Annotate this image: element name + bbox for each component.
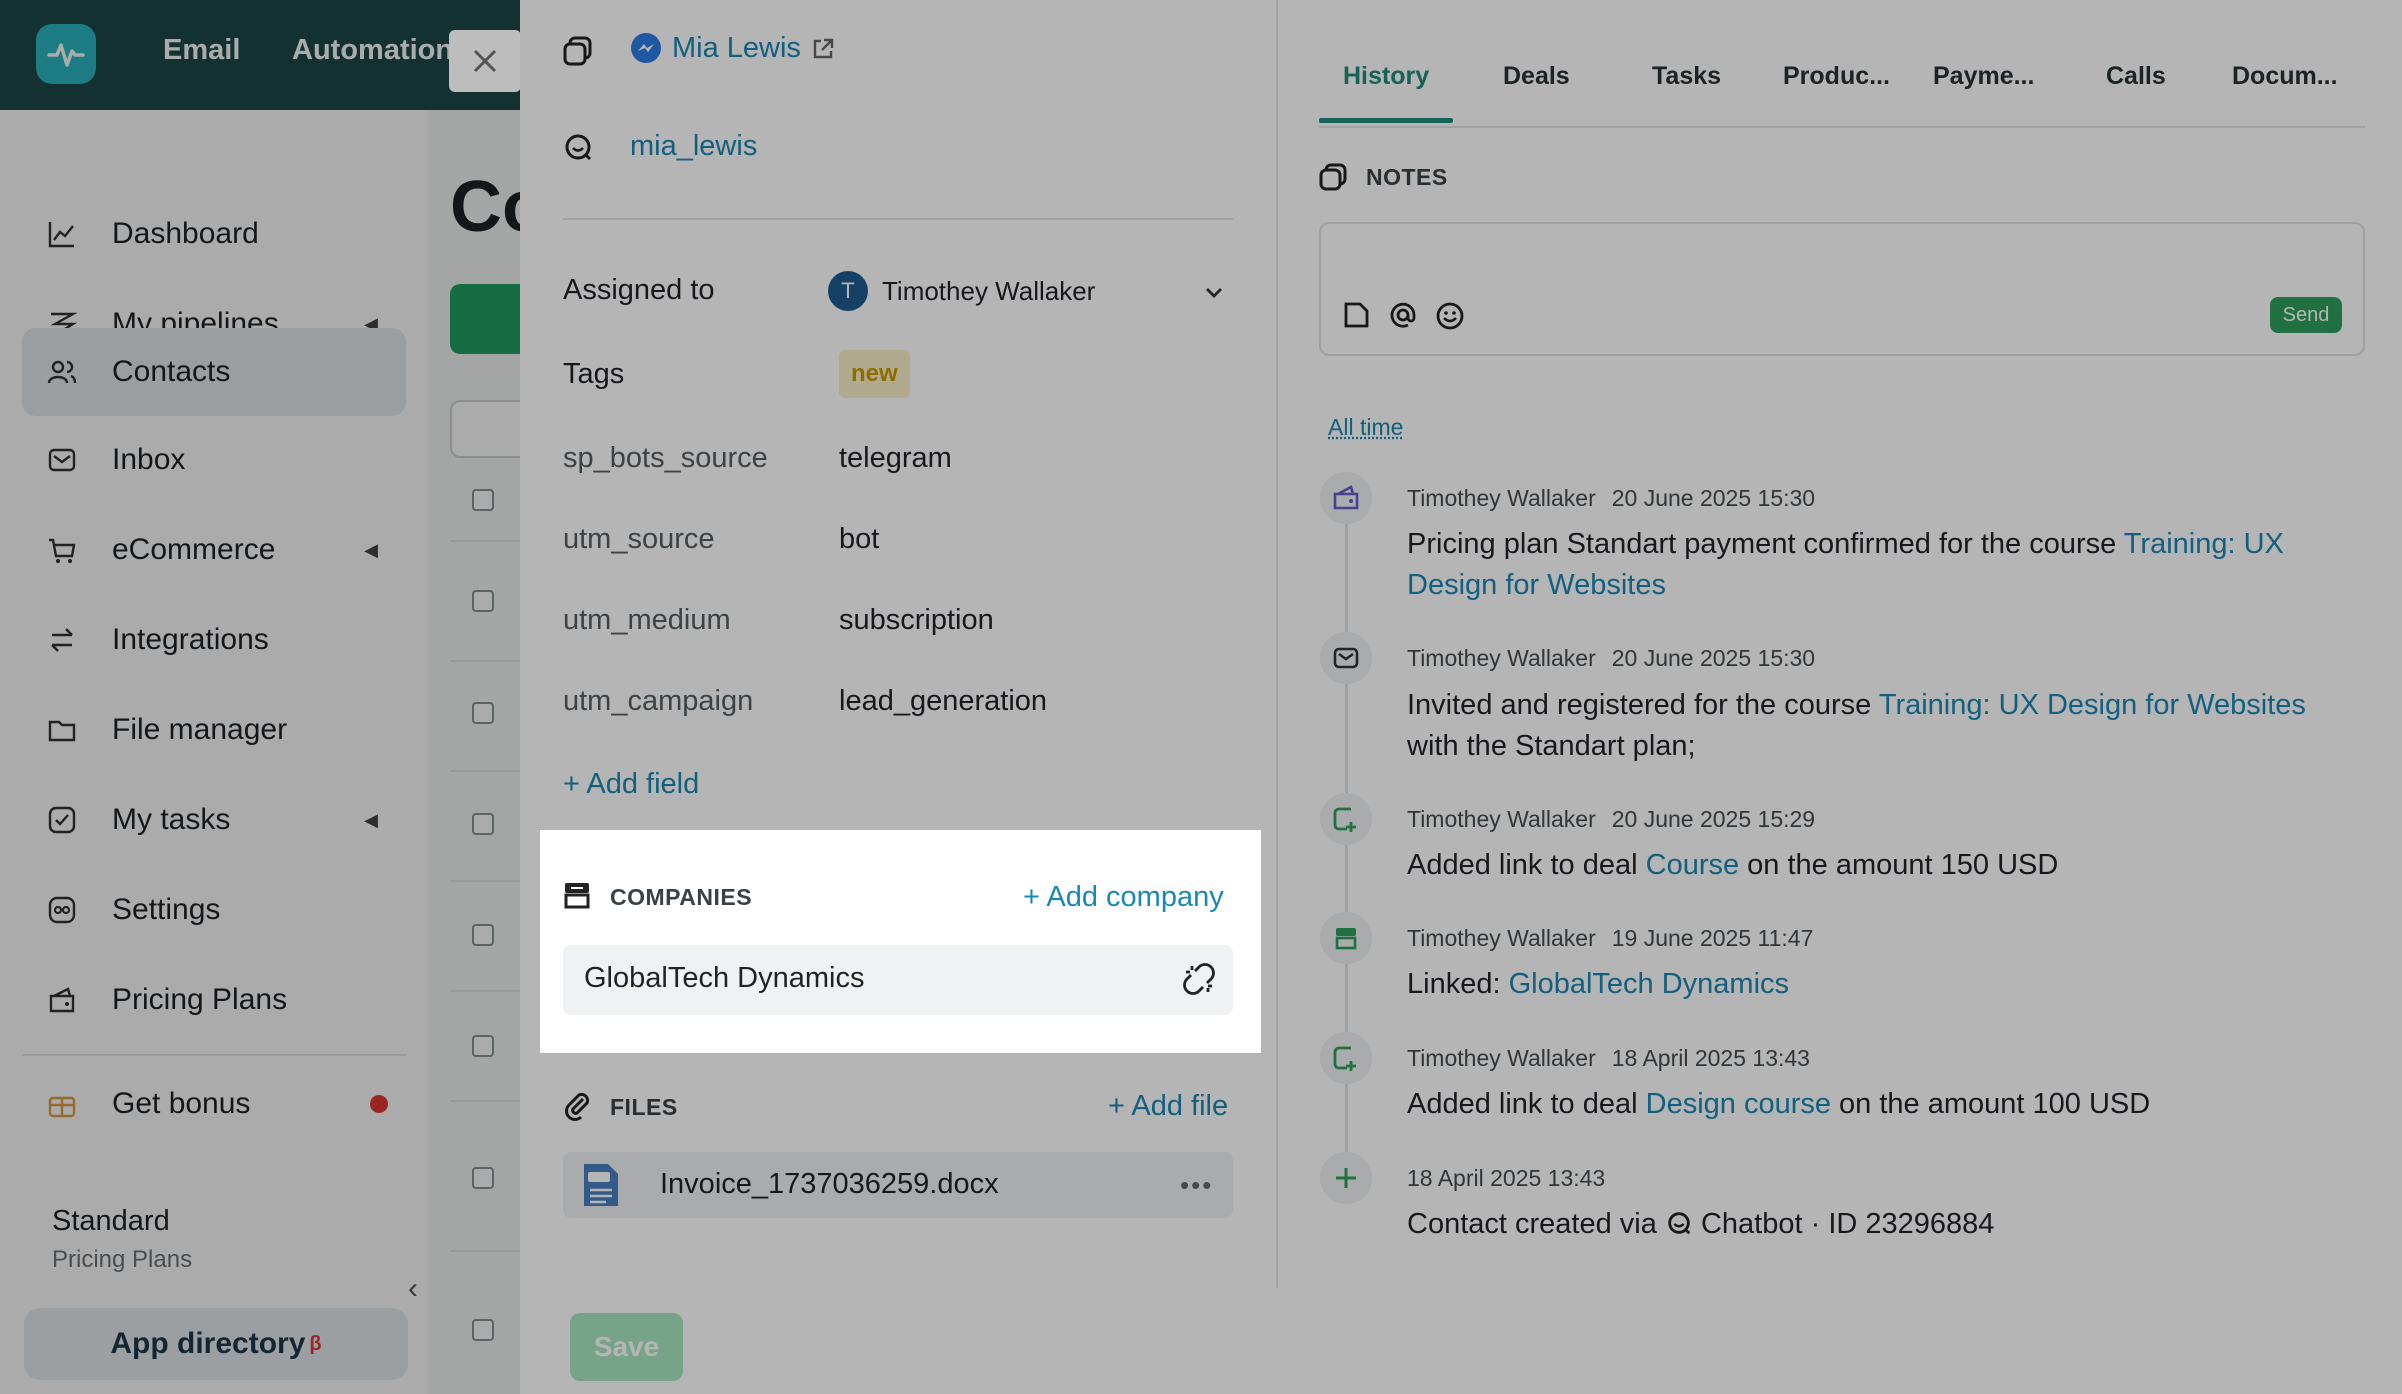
highlight-overlay	[520, 0, 2402, 1394]
company-name[interactable]: GlobalTech Dynamics	[584, 962, 864, 995]
company-row[interactable]: GlobalTech Dynamics	[563, 945, 1233, 1015]
companies-section: COMPANIES + Add company GlobalTech Dynam…	[540, 830, 1261, 1053]
companies-title: COMPANIES	[610, 884, 753, 910]
close-icon	[473, 49, 497, 73]
add-company-button[interactable]: + Add company	[1023, 881, 1224, 914]
company-store-icon	[562, 880, 592, 915]
close-drawer-button[interactable]	[449, 30, 521, 92]
unlink-icon[interactable]	[1183, 963, 1215, 1000]
